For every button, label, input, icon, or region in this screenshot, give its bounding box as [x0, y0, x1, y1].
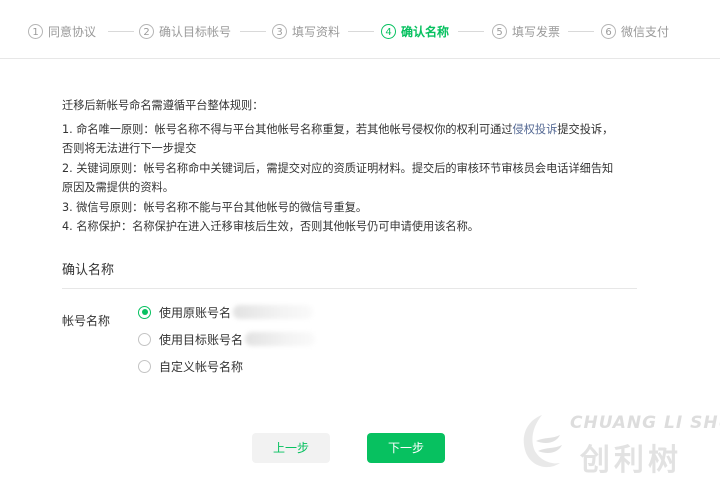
watermark-cn: 创利树 — [580, 443, 682, 478]
option-custom-name[interactable]: 自定义帐号名称 — [138, 358, 243, 374]
rule-2: 2. 关键词原则：帐号名称命中关键词后，需提交对应的资质证明材料。提交后的审核环… — [62, 161, 614, 175]
option-original-name[interactable]: 使用原账号名 — [138, 304, 314, 320]
radio-unchecked[interactable] — [138, 332, 151, 346]
step-3: 3 填写资料 — [272, 22, 340, 40]
step-label: 确认目标帐号 — [159, 24, 232, 39]
step-number: 5 — [492, 23, 507, 39]
option-label: 使用目标账号名 — [159, 332, 244, 347]
step-bar: 1 同意协议 2 确认目标帐号 3 填写资料 4 确认名称 5 填写发票 6 微… — [0, 0, 720, 59]
step-label: 填写发票 — [512, 24, 561, 39]
section-title: 确认名称 — [62, 263, 115, 278]
step-2: 2 确认目标帐号 — [139, 22, 231, 40]
rule-4: 4. 名称保护：名称保护在进入迁移审核后生效，否则其他帐号仍可申请使用该名称。 — [62, 220, 479, 233]
redacted-name — [233, 305, 314, 319]
rules-intro: 迁移后新帐号命名需遵循平台整体规则： — [62, 99, 264, 112]
step-4-active: 4 确认名称 — [381, 22, 449, 40]
step-number: 3 — [272, 23, 287, 39]
step-label: 微信支付 — [621, 24, 670, 39]
option-target-name[interactable]: 使用目标账号名 — [138, 331, 316, 347]
step-separator — [568, 31, 594, 32]
section-divider — [62, 288, 637, 289]
step-separator — [240, 31, 266, 32]
next-step-button[interactable]: 下一步 — [367, 433, 445, 463]
step-separator — [348, 31, 374, 32]
watermark: CHUANG LI SHU 创利树 — [510, 405, 720, 478]
prev-step-button[interactable]: 上一步 — [252, 433, 330, 463]
step-label: 同意协议 — [48, 24, 97, 39]
step-separator — [458, 31, 484, 32]
watermark-logo-icon — [523, 415, 562, 468]
step-6: 6 微信支付 — [601, 22, 669, 40]
step-5: 5 填写发票 — [492, 22, 560, 40]
step-number: 4 — [381, 23, 396, 39]
option-label: 自定义帐号名称 — [159, 359, 244, 374]
naming-rules: 迁移后新帐号命名需遵循平台整体规则： 1. 命名唯一原则：帐号名称不得与平台其他… — [62, 96, 662, 237]
step-label: 确认名称 — [401, 24, 450, 39]
rule-1-text-end: 提交投诉， — [557, 122, 614, 136]
rule-2-cont: 原因及需提供的资料。 — [62, 181, 174, 194]
radio-unchecked[interactable] — [138, 359, 151, 373]
rule-3: 3. 微信号原则：帐号名称不能与平台其他帐号的微信号重复。 — [62, 200, 368, 214]
infringement-complaint-link[interactable]: 侵权投诉 — [513, 123, 558, 136]
step-number: 2 — [139, 23, 154, 39]
option-label: 使用原账号名 — [159, 305, 232, 320]
step-number: 6 — [601, 23, 616, 39]
step-separator — [108, 31, 134, 32]
step-1: 1 同意协议 — [28, 22, 96, 40]
watermark-en: CHUANG LI SHU — [570, 413, 720, 433]
step-number: 1 — [28, 23, 43, 39]
account-name-label: 帐号名称 — [62, 314, 111, 328]
redacted-name — [245, 332, 316, 346]
step-label: 填写资料 — [292, 24, 341, 39]
rule-1: 1. 命名唯一原则：帐号名称不得与平台其他帐号名称重复，若其他帐号侵权你的权利可… — [62, 120, 662, 140]
rule-1-cont: 否则将无法进行下一步提交 — [62, 142, 197, 155]
rule-1-text: 1. 命名唯一原则：帐号名称不得与平台其他帐号名称重复，若其他帐号侵权你的权利可… — [62, 122, 513, 136]
radio-checked[interactable] — [138, 305, 151, 319]
